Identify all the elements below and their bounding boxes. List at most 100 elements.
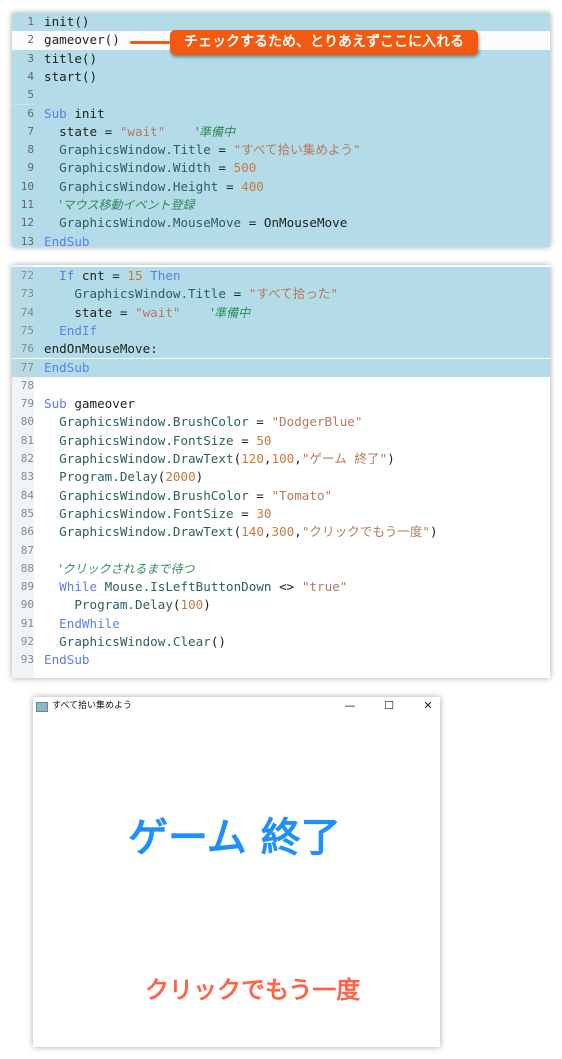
maximize-button[interactable]: ☐ xyxy=(374,697,404,715)
code-line[interactable]: 4 start() xyxy=(12,67,550,87)
line-number: 3 xyxy=(27,51,34,65)
code-line[interactable]: 91 EndWhile xyxy=(12,615,550,633)
code-line[interactable]: 77 EndSub xyxy=(12,358,550,377)
code-text: EndSub xyxy=(44,359,90,377)
retry-text[interactable]: クリックでもう一度 xyxy=(145,970,360,1005)
code-line[interactable]: 75 EndIf xyxy=(12,321,550,341)
code-line[interactable]: 92 GraphicsWindow.Clear() xyxy=(12,633,550,651)
code-line[interactable]: 79 Sub gameover xyxy=(12,395,550,413)
code-token-num: 400 xyxy=(241,178,264,194)
code-line[interactable]: 88 'クリックされるまで待つ xyxy=(12,560,550,578)
code-token-obj: Program.Delay xyxy=(44,469,158,485)
code-line[interactable]: 12 GraphicsWindow.MouseMove = OnMouseMov… xyxy=(12,214,550,233)
code-text: GraphicsWindow.MouseMove = OnMouseMove xyxy=(44,214,347,232)
code-token-obj: GraphicsWindow.MouseMove xyxy=(44,215,242,231)
code-line[interactable]: 82 GraphicsWindow.DrawText(120,100,"ゲーム … xyxy=(12,450,550,468)
code-token-plain: cnt = xyxy=(74,268,128,283)
code-line[interactable]: 74 state = "wait" '準備中 xyxy=(12,303,550,322)
game-over-text: ゲーム 終了 xyxy=(128,815,341,861)
code-line[interactable]: 86 GraphicsWindow.DrawText(140,300,"クリック… xyxy=(12,523,550,541)
code-line[interactable]: 10 GraphicsWindow.Height = 400 xyxy=(12,177,550,196)
code-text: endOnMouseMove: xyxy=(44,340,158,358)
line-number: 1 xyxy=(27,15,34,28)
code-text: init() xyxy=(44,13,90,31)
code-token-cmt: '準備中 xyxy=(210,305,251,320)
code-token-obj: GraphicsWindow.FontSize xyxy=(44,432,234,448)
code-token-str: "wait" xyxy=(135,304,181,320)
code-token-plain: ) xyxy=(203,597,211,613)
code-token-str: "wait" xyxy=(119,123,166,139)
code-line[interactable]: 6 Sub init xyxy=(12,104,550,123)
code-token-plain: endOnMouseMove: xyxy=(44,341,158,357)
code-token-num: 2000 xyxy=(165,469,196,485)
code-line[interactable]: 84 GraphicsWindow.BrushColor = "Tomato" xyxy=(12,487,550,505)
code-text: Program.Delay(2000) xyxy=(44,468,203,486)
code-line[interactable]: 78 xyxy=(12,377,550,395)
code-token-num: 140 xyxy=(241,524,264,540)
close-button[interactable]: ✕ xyxy=(413,697,443,715)
code-token-plain: , xyxy=(263,451,272,466)
code-token-num: 15 xyxy=(127,268,143,283)
code-token-plain: init xyxy=(66,105,105,121)
code-token-plain: ) xyxy=(195,469,204,485)
code-token-plain: ) xyxy=(429,524,438,540)
code-text: EndWhile xyxy=(44,615,120,633)
code-text: title() xyxy=(44,50,97,68)
code-token-plain: = xyxy=(210,142,234,158)
code-token-plain: , xyxy=(263,524,272,540)
minimize-button[interactable]: — xyxy=(335,697,365,715)
code-token-num: 500 xyxy=(233,160,257,176)
code-line[interactable]: 81 GraphicsWindow.FontSize = 50 xyxy=(12,432,550,450)
code-token-obj: GraphicsWindow.Width xyxy=(44,160,211,176)
code-token-str: "ゲーム 終了" xyxy=(301,451,388,466)
code-token-kw: EndSub xyxy=(44,233,90,247)
code-line[interactable]: 73 GraphicsWindow.Title = "すべて拾った" xyxy=(12,285,550,304)
code-line[interactable]: 8 GraphicsWindow.Title = "すべて拾い集めよう" xyxy=(12,141,550,160)
code-text: GraphicsWindow.Height = 400 xyxy=(44,178,264,196)
code-line[interactable]: 87 xyxy=(12,542,550,560)
code-line[interactable]: 7 state = "wait" '準備中 xyxy=(12,122,550,142)
title-bar[interactable]: すべて拾い集めよう — ☐ ✕ xyxy=(33,697,440,715)
code-token-plain: title() xyxy=(44,50,98,66)
code-line[interactable]: 9 GraphicsWindow.Width = 500 xyxy=(12,159,550,178)
code-token-kw: EndSub xyxy=(44,359,90,375)
code-token-obj: GraphicsWindow.BrushColor xyxy=(44,487,249,503)
line-number: 5 xyxy=(27,88,34,102)
code-line[interactable]: 89 While Mouse.IsLeftButtonDown <> "true… xyxy=(12,578,550,596)
code-token-obj: Mouse.IsLeftButtonDown xyxy=(97,579,272,595)
code-line[interactable]: 76 endOnMouseMove: xyxy=(12,340,550,359)
code-token-plain: state = xyxy=(44,304,135,320)
code-token-plain: = xyxy=(233,505,257,521)
code-token-plain: init() xyxy=(44,14,90,29)
line-number: 11 xyxy=(20,198,34,211)
code-line[interactable]: 83 Program.Delay(2000) xyxy=(12,468,550,486)
code-token-str: "すべて拾い集めよう" xyxy=(233,142,361,158)
code-token-num: 100 xyxy=(180,597,204,613)
code-text: While Mouse.IsLeftButtonDown <> "true" xyxy=(44,578,347,596)
code-token-plain: ) xyxy=(387,451,395,466)
app-icon xyxy=(36,702,48,712)
code-token-plain: = xyxy=(233,432,257,448)
line-number: 10 xyxy=(20,179,34,193)
code-token-num: 100 xyxy=(271,451,295,466)
code-line[interactable]: 80 GraphicsWindow.BrushColor = "DodgerBl… xyxy=(12,413,550,431)
code-line[interactable]: 5 xyxy=(12,86,550,105)
code-text: GraphicsWindow.BrushColor = "Tomato" xyxy=(44,487,332,505)
code-token-num: 30 xyxy=(256,505,272,521)
code-line[interactable]: 72 If cnt = 15 Then xyxy=(12,267,550,286)
code-text: state = "wait" '準備中 xyxy=(44,304,250,322)
code-line[interactable]: 13 EndSub xyxy=(12,232,550,247)
code-token-str: "クリックでもう一度" xyxy=(301,524,430,540)
code-line[interactable]: 93 EndSub xyxy=(12,651,550,669)
code-text: EndIf xyxy=(44,322,97,340)
code-text: start() xyxy=(44,68,97,86)
code-line[interactable]: 11 'マウス移動イベント登録 xyxy=(12,196,550,215)
code-line[interactable]: 1 init() xyxy=(12,13,550,32)
code-line[interactable]: 90 Program.Delay(100) xyxy=(12,596,550,614)
code-text: GraphicsWindow.BrushColor = "DodgerBlue" xyxy=(44,413,362,431)
code-line[interactable]: 85 GraphicsWindow.FontSize = 30 xyxy=(12,505,550,523)
